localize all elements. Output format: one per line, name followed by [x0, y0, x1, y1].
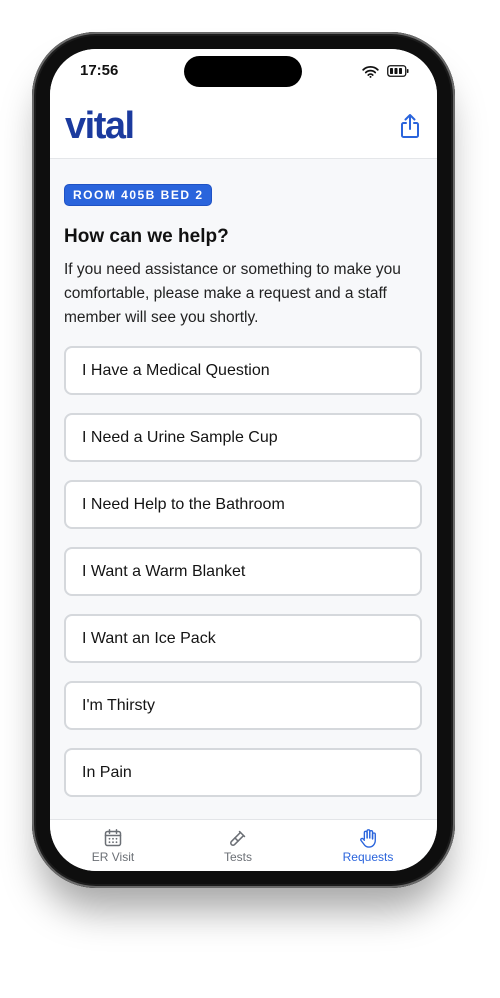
battery-icon [387, 65, 409, 77]
request-button-bathroom-help[interactable]: I Need Help to the Bathroom [64, 480, 422, 529]
phone-frame: 17:56 vital ROOM 405B BED 2 How can we h… [32, 32, 455, 888]
page-title: How can we help? [64, 226, 229, 247]
tab-requests[interactable]: Requests [308, 820, 428, 871]
calendar-icon [104, 829, 122, 847]
test-tube-icon [230, 830, 246, 846]
request-button-warm-blanket[interactable]: I Want a Warm Blanket [64, 547, 422, 596]
app-screen: 17:56 vital ROOM 405B BED 2 How can we h… [50, 49, 437, 871]
hand-icon [360, 829, 376, 848]
dynamic-island [184, 56, 302, 87]
intro-description: If you need assistance or something to m… [64, 261, 401, 326]
request-button-ice-pack[interactable]: I Want an Ice Pack [64, 614, 422, 663]
app-header: 17:56 vital [50, 49, 437, 159]
status-time: 17:56 [80, 62, 119, 79]
request-button-in-pain[interactable]: In Pain [64, 748, 422, 797]
tab-tests[interactable]: Tests [178, 820, 298, 871]
wifi-icon [362, 65, 379, 78]
tab-label-tests: Tests [223, 850, 252, 864]
request-button-medical-question[interactable]: I Have a Medical Question [64, 346, 422, 395]
room-bed-badge: ROOM 405B BED 2 [64, 184, 212, 206]
request-button-urine-sample-cup[interactable]: I Need a Urine Sample Cup [64, 413, 422, 462]
request-button-thirsty[interactable]: I'm Thirsty [64, 681, 422, 730]
vital-logo: vital [65, 105, 135, 147]
tab-er-visit[interactable]: ER Visit [53, 820, 173, 871]
request-list: I Have a Medical Question I Need a Urine… [64, 346, 422, 797]
tab-bar: ER Visit Tests Requests [50, 819, 437, 871]
tab-label-er-visit: ER Visit [91, 850, 135, 864]
share-icon[interactable] [399, 113, 421, 139]
tab-label-requests: Requests [342, 850, 394, 864]
